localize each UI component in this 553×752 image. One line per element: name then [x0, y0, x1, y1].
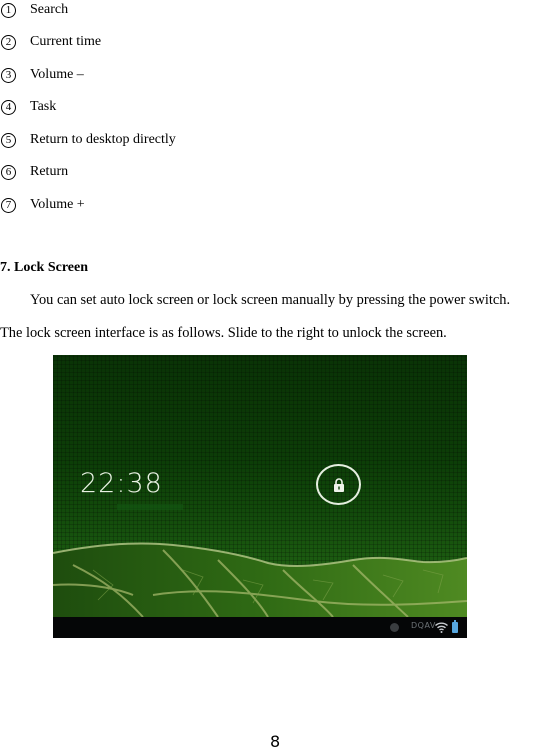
wifi-icon: [435, 622, 448, 633]
legend-item-task: 4 Task: [0, 97, 56, 117]
section-heading: 7. Lock Screen: [0, 260, 89, 275]
notification-dot-icon: [390, 623, 399, 632]
legend-label: Volume –: [30, 67, 84, 82]
legend-label: Return to desktop directly: [30, 132, 176, 147]
legend-label: Search: [30, 2, 69, 17]
legend-item-return-desktop: 5 Return to desktop directly: [0, 130, 176, 150]
legend-label: Current time: [30, 34, 102, 49]
legend-item-volume-up: 7 Volume +: [0, 195, 85, 215]
lock-screen-clock: 22:38: [80, 468, 163, 499]
status-text: DQAV: [411, 621, 436, 630]
legend-item-current-time: 2 Current time: [0, 32, 101, 52]
circled-number: 5: [1, 132, 16, 148]
lock-screen-screenshot: 22:38 DQAV: [53, 355, 467, 638]
circled-number: 6: [1, 164, 16, 180]
padlock-icon: [333, 477, 344, 492]
date-text-placeholder: [117, 504, 183, 510]
paragraph-line-2: The lock screen interface is as follows.…: [0, 325, 447, 341]
circled-number: 7: [1, 197, 16, 213]
legend-item-volume-down: 3 Volume –: [0, 65, 84, 85]
system-status-bar: DQAV: [53, 617, 467, 638]
battery-icon: [452, 620, 458, 633]
legend-item-search: 1 Search: [0, 0, 68, 20]
circled-number: 1: [1, 2, 16, 18]
circled-number: 4: [1, 99, 16, 115]
legend-label: Return: [30, 164, 69, 179]
legend-label: Volume +: [30, 197, 85, 212]
unlock-slider-handle[interactable]: [316, 464, 361, 505]
legend-label: Task: [30, 99, 57, 114]
circled-number: 2: [1, 34, 16, 50]
paragraph-line-1: You can set auto lock screen or lock scr…: [30, 292, 511, 308]
circled-number: 3: [1, 67, 16, 83]
legend-item-return: 6 Return: [0, 162, 68, 182]
page-number: 8: [270, 732, 281, 751]
